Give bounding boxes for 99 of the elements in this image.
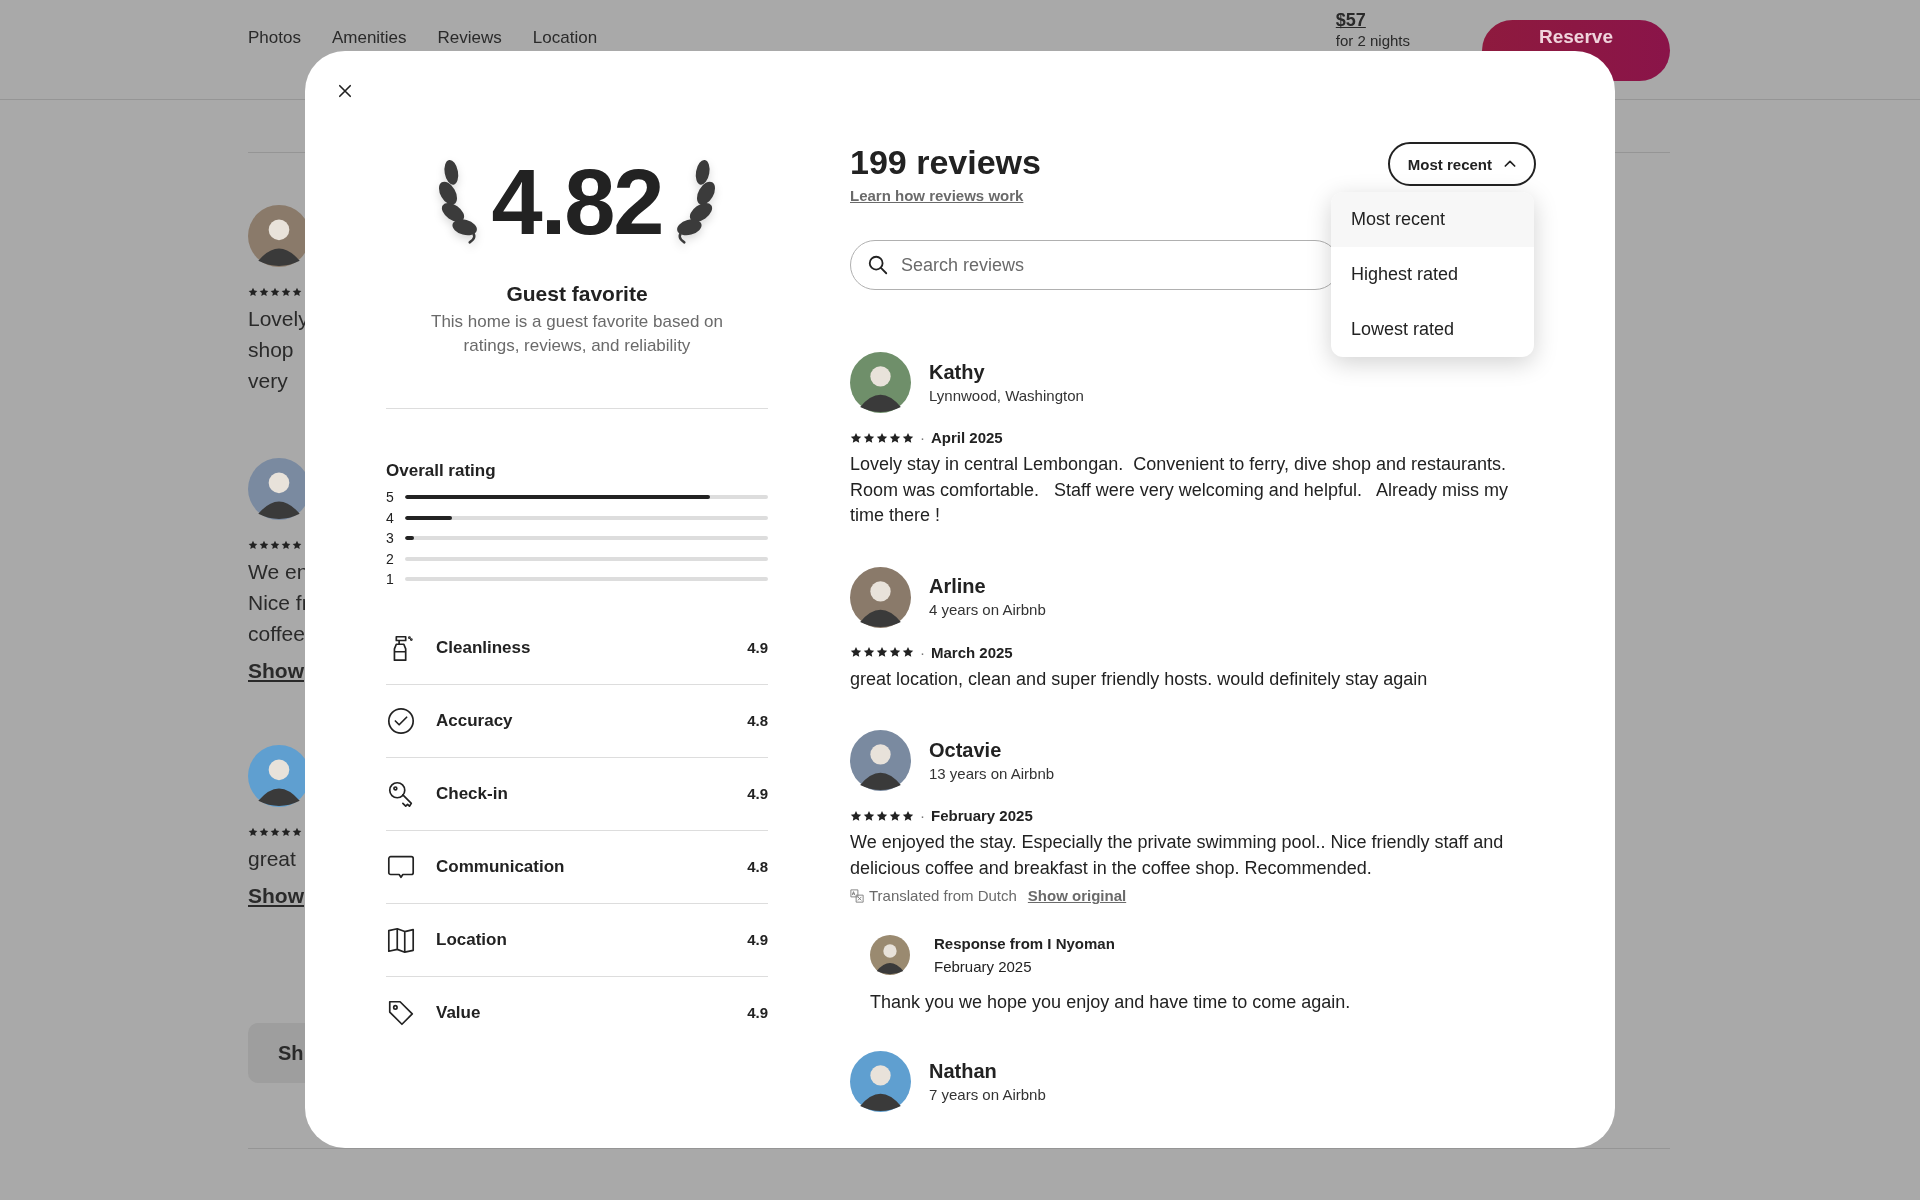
star-icon (850, 431, 862, 444)
category-score: 4.9 (747, 639, 768, 656)
separator-dot: · (920, 429, 925, 446)
star-icon (259, 827, 269, 837)
avatar (850, 730, 911, 791)
sort-option[interactable]: Most recent (1331, 192, 1534, 247)
badge-description: This home is a guest favorite based on ratings, reviews, and reliability (430, 311, 724, 357)
review-text: very (248, 368, 289, 394)
avatar (850, 352, 911, 413)
star-icon (281, 827, 291, 837)
star-icon (902, 431, 914, 444)
avatar (850, 1051, 911, 1112)
rating-level-label: 2 (386, 550, 395, 567)
avatar (870, 935, 910, 975)
review-date: February 2025 (931, 807, 1033, 824)
category-score: 4.8 (747, 858, 768, 875)
star-icon (248, 827, 258, 837)
star-icon (259, 540, 269, 550)
review-text: Lovely stay in central Lembongan. Convenient to ferry, dive shop and restaurants. Room was comfortable. Staff were very welcoming and helpful. Already miss my time there ! (850, 453, 1509, 527)
review-text: great location, clean and super friendly hosts. would definitely stay again (850, 667, 1429, 691)
check-circle-icon (386, 705, 416, 736)
category-label: Check-in (436, 783, 509, 804)
star-icon (270, 287, 280, 297)
close-icon (336, 82, 354, 100)
reviewer-info: 13 years on Airbnb (929, 763, 1055, 784)
response-title: Response from I Nyoman (934, 934, 1115, 954)
star-icon (876, 431, 888, 444)
star-icon (292, 540, 302, 550)
star-icon (292, 827, 302, 837)
star-icon (863, 646, 875, 658)
rating-level-label: 4 (386, 509, 395, 526)
review-text: shop (248, 337, 295, 363)
star-icon (270, 540, 280, 550)
reviewer-info: Lynnwood, Washington (929, 385, 1084, 406)
sort-dropdown[interactable]: Most recent (1387, 142, 1536, 186)
star-icon (281, 540, 291, 550)
star-icon (902, 646, 914, 658)
reviewer-name: Kathy (929, 359, 986, 385)
badge-title: Guest favorite (505, 282, 649, 306)
price-note: for 2 nights (1335, 32, 1410, 49)
category-score: 4.9 (747, 785, 768, 802)
star-icon (876, 809, 888, 822)
show-more-link[interactable]: Show (248, 884, 304, 908)
overall-score: 4.82 (491, 155, 663, 248)
review-text: We enjoyed the stay. Especially the private swimming pool.. Nice friendly staff and delicious coffee and breakfast in the coffee shop. Recommended. (850, 831, 1505, 880)
star-icon (281, 287, 291, 297)
star-icon (863, 809, 875, 822)
review-text: coffee (248, 621, 306, 647)
star-icon (850, 646, 862, 658)
review-date: March 2025 (931, 643, 1013, 661)
star-icon (270, 827, 280, 837)
show-more-link[interactable]: Show (248, 659, 304, 683)
overall-rating-label: Overall rating (386, 461, 497, 481)
search-icon (867, 254, 889, 276)
rating-level-label: 1 (386, 571, 395, 588)
reviews-count: 199 reviews (850, 142, 1041, 183)
category-label: Cleanliness (436, 637, 532, 658)
star-icon (889, 646, 901, 658)
category-score: 4.8 (747, 712, 768, 729)
category-score: 4.9 (747, 931, 768, 948)
star-icon (850, 809, 862, 822)
translate-icon (850, 888, 864, 903)
rating-level-label: 3 (386, 530, 395, 547)
reviewer-info: 7 years on Airbnb (929, 1084, 1046, 1105)
response-date: February 2025 (934, 957, 1033, 977)
show-original-link[interactable]: Show original (1027, 887, 1127, 904)
nav-tab[interactable]: Amenities (331, 28, 407, 48)
star-icon (248, 287, 258, 297)
nav-tab[interactable]: Photos (248, 28, 301, 48)
reviewer-name: Nathan (929, 1058, 998, 1084)
review-text: great (248, 846, 296, 872)
category-score: 4.9 (747, 1004, 768, 1021)
nav-tab[interactable]: Reviews (437, 28, 502, 48)
category-label: Communication (436, 856, 566, 877)
separator-dot: · (920, 643, 925, 661)
star-icon (889, 809, 901, 822)
reviewer-name: Octavie (929, 737, 1003, 763)
sort-option[interactable]: Lowest rated (1331, 302, 1534, 357)
response-text: Thank you we hope you enjoy and have time to come again. (870, 992, 1352, 1013)
category-label: Accuracy (436, 710, 514, 731)
nav-tab[interactable]: Location (532, 28, 598, 48)
learn-link[interactable]: Learn how reviews work (850, 187, 1041, 204)
star-icon (863, 431, 875, 444)
star-icon (876, 646, 888, 658)
reviewer-info: 4 years on Airbnb (929, 600, 1046, 620)
star-icon (889, 431, 901, 444)
star-icon (259, 287, 269, 297)
review-date: April 2025 (931, 429, 1003, 446)
category-label: Value (436, 1002, 482, 1023)
separator-dot: · (920, 807, 925, 824)
avatar (850, 566, 911, 628)
star-icon (902, 809, 914, 822)
category-label: Location (436, 929, 508, 950)
rating-level-label: 5 (386, 489, 395, 506)
reviewer-name: Arline (929, 574, 987, 599)
translation-note: Translated from Dutch (869, 887, 1017, 904)
star-icon (292, 287, 302, 297)
price: $57 (1335, 10, 1367, 30)
star-icon (248, 540, 258, 550)
